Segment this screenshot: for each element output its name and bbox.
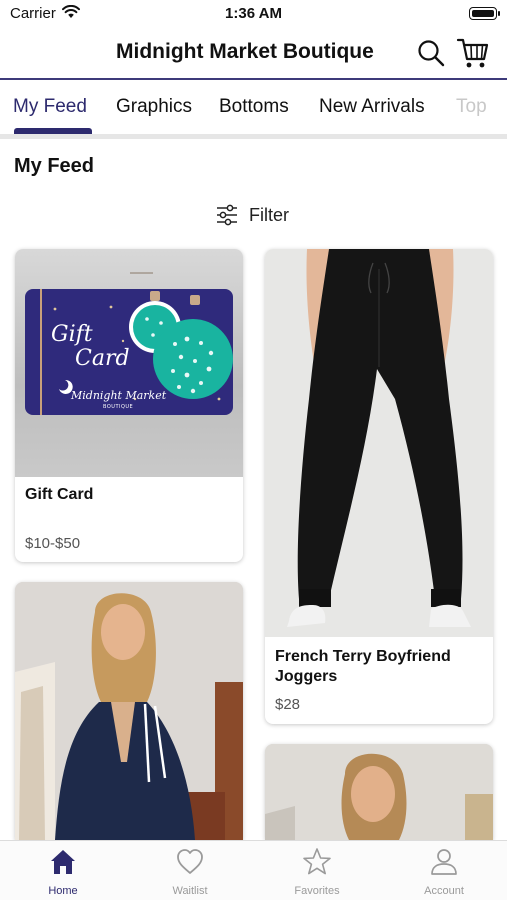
nav-home-label: Home [48,885,78,897]
filter-icon [217,204,237,226]
bottom-nav: Home Waitlist Favorites Account [0,840,507,900]
battery-icon [469,7,500,20]
tab-graphics[interactable]: Graphics [116,96,192,118]
tabs-divider [0,134,507,139]
product-card-joggers[interactable]: French Terry Boyfriend Joggers $28 [265,249,493,724]
account-icon [431,849,457,875]
product-card-gift-card[interactable]: Gift Card Midnight Market BOUTIQUE Gift … [15,249,243,562]
joggers-photo [287,249,471,627]
store-title: Midnight Market Boutique [116,40,374,63]
app-header: Midnight Market Boutique [0,28,507,78]
product-name: Gift Card [25,486,94,503]
product-photo-image [265,744,493,840]
product-price: $28 [275,696,301,713]
joggers-image [265,249,493,637]
product-card-photo[interactable] [265,744,493,840]
search-icon[interactable] [416,38,446,68]
home-icon [51,850,75,874]
category-tabs: My Feed Graphics Bottoms New Arrivals To… [0,80,507,136]
status-bar: Carrier 1:36 AM [0,0,507,28]
heart-icon [177,849,203,874]
tab-my-feed[interactable]: My Feed [13,96,87,118]
product-name: French Terry Boyfriend Joggers [275,648,451,685]
gift-card-brand-sub: BOUTIQUE [103,404,133,410]
nav-home[interactable]: Home [0,841,126,900]
star-icon [303,848,331,875]
product-price: $10-$50 [25,535,81,552]
gift-card-image: Gift Card Midnight Market BOUTIQUE [15,249,243,477]
filter-button[interactable]: Filter [215,202,289,228]
gift-card-line2: Card [75,346,130,371]
nav-account[interactable]: Account [381,841,507,900]
gift-card-artwork: Gift Card Midnight Market BOUTIQUE [25,272,233,415]
tab-new-arrivals[interactable]: New Arrivals [319,96,425,118]
hoodie-image [15,582,243,840]
status-time: 1:36 AM [225,5,282,22]
filter-label: Filter [249,204,289,225]
tab-tops[interactable]: Top [456,96,487,118]
gift-card-line1: Gift [51,322,93,347]
product-photo [265,744,493,840]
nav-waitlist-label: Waitlist [172,885,208,897]
cart-icon[interactable] [456,36,490,70]
nav-account-label: Account [424,885,464,897]
tab-bottoms[interactable]: Bottoms [219,96,289,118]
nav-favorites[interactable]: Favorites [254,841,380,900]
hoodie-photo [15,582,243,840]
gift-card-brand: Midnight Market [70,389,167,402]
feed-title: My Feed [14,155,95,177]
product-card-hoodie[interactable] [15,582,243,840]
nav-favorites-label: Favorites [294,885,340,897]
nav-waitlist[interactable]: Waitlist [127,841,253,900]
